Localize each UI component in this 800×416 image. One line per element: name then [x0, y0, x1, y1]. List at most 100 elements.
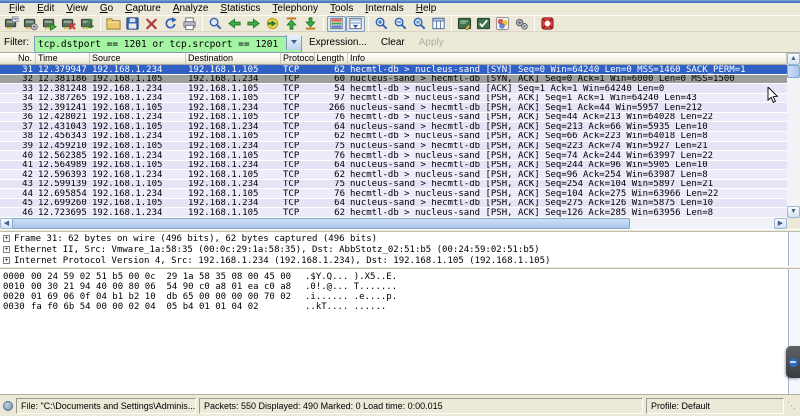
cell-time: 12.428021 [36, 113, 90, 122]
display-filters-button[interactable] [474, 16, 493, 32]
packet-row-41[interactable]: 4112.564989192.168.1.105192.168.1.234TCP… [0, 161, 787, 171]
packet-row-38[interactable]: 3812.456343192.168.1.234192.168.1.105TCP… [0, 132, 787, 142]
coloring-rules-button[interactable] [493, 16, 512, 32]
print-button[interactable] [180, 16, 199, 32]
resize-columns-button[interactable] [429, 16, 448, 32]
preferences-button[interactable] [512, 16, 531, 32]
cell-destination: 192.168.1.234 [186, 142, 281, 151]
help-button[interactable] [538, 16, 557, 32]
packet-row-37[interactable]: 3712.431043192.168.1.105192.168.1.234TCP… [0, 122, 787, 132]
column-header-time[interactable]: Time [36, 53, 90, 65]
packet-row-42[interactable]: 4212.596393192.168.1.234192.168.1.105TCP… [0, 170, 787, 180]
cell-protocol: TCP [281, 151, 315, 160]
start-capture-button[interactable] [40, 16, 59, 32]
scroll-down-arrow-icon[interactable]: ▼ [787, 206, 800, 218]
column-header-info[interactable]: Info [348, 53, 787, 65]
column-header-destination[interactable]: Destination [186, 53, 281, 65]
start-capture-icon [42, 16, 57, 31]
detail-row-2[interactable]: +Internet Protocol Version 4, Src: 192.1… [0, 255, 800, 266]
coloring-rules-icon [495, 16, 510, 31]
find-packet-button[interactable] [206, 16, 225, 32]
column-header-protocol[interactable]: Protocol [281, 53, 315, 65]
save-file-button[interactable] [123, 16, 142, 32]
filter-combobox[interactable] [34, 34, 302, 51]
zoom-out-button[interactable] [391, 16, 410, 32]
menu-edit[interactable]: Edit [31, 3, 60, 15]
auto-scroll-button[interactable] [346, 16, 365, 32]
packet-row-44[interactable]: 4412.695854192.168.1.234192.168.1.105TCP… [0, 189, 787, 199]
close-file-button[interactable] [142, 16, 161, 32]
reload-file-button[interactable] [161, 16, 180, 32]
colorize-packets-button[interactable] [327, 16, 346, 32]
menu-file[interactable]: File [3, 3, 31, 15]
hex-row-0000[interactable]: 000000 24 59 02 51 b5 00 0c 29 1a 58 35 … [3, 272, 800, 282]
menu-help[interactable]: Help [410, 3, 443, 15]
packet-row-34[interactable]: 3412.387265192.168.1.234192.168.1.105TCP… [0, 94, 787, 104]
go-back-button[interactable] [225, 16, 244, 32]
packet-row-32[interactable]: 3212.381186192.168.1.105192.168.1.234TCP… [0, 75, 787, 85]
filter-input[interactable] [34, 36, 302, 53]
clear-button[interactable]: Clear [374, 35, 412, 50]
detail-row-0[interactable]: +Frame 31: 62 bytes on wire (496 bits), … [0, 233, 800, 244]
go-to-bottom-button[interactable] [301, 16, 320, 32]
expand-icon[interactable]: + [3, 235, 10, 242]
zoom-normal-button[interactable] [410, 16, 429, 32]
resize-grip[interactable]: ⋱ [787, 401, 797, 410]
menu-view[interactable]: View [60, 3, 94, 15]
packet-row-43[interactable]: 4312.599139192.168.1.105192.168.1.234TCP… [0, 180, 787, 190]
scroll-right-arrow-icon[interactable]: ▶ [774, 218, 787, 229]
cell-destination: 192.168.1.105 [186, 208, 281, 217]
go-to-packet-button[interactable] [263, 16, 282, 32]
detail-row-1[interactable]: +Ethernet II, Src: Vmware_1a:58:35 (00:0… [0, 244, 800, 255]
menu-analyze[interactable]: Analyze [167, 3, 215, 15]
packet-row-39[interactable]: 3912.459210192.168.1.105192.168.1.234TCP… [0, 142, 787, 152]
vscroll-thumb[interactable] [787, 65, 800, 78]
go-to-top-button[interactable] [282, 16, 301, 32]
list-interfaces-button[interactable] [2, 16, 21, 32]
packet-list-vscrollbar[interactable]: ▲ ▼ [787, 53, 800, 218]
hex-row-0030[interactable]: 0030fa f0 6b 54 00 00 02 04 05 b4 01 01 … [3, 302, 800, 312]
go-forward-button[interactable] [244, 16, 263, 32]
restart-capture-button[interactable] [78, 16, 97, 32]
column-header-source[interactable]: Source [90, 53, 186, 65]
apply-button[interactable]: Apply [412, 35, 451, 50]
packet-row-36[interactable]: 3612.428021192.168.1.234192.168.1.105TCP… [0, 113, 787, 123]
expand-icon[interactable]: + [3, 257, 10, 264]
details-scrollbar-gutter[interactable] [788, 232, 800, 266]
packet-row-46[interactable]: 4612.723695192.168.1.234192.168.1.105TCP… [0, 208, 787, 218]
stop-capture-button[interactable] [59, 16, 78, 32]
menu-statistics[interactable]: Statistics [214, 3, 266, 15]
expert-info-icon[interactable] [3, 401, 13, 411]
list-interfaces-icon [4, 16, 19, 31]
packet-row-31[interactable]: 3112.379947192.168.1.234192.168.1.105TCP… [0, 65, 787, 75]
expand-icon[interactable]: + [3, 246, 10, 253]
expression-button[interactable]: Expression... [302, 35, 374, 50]
menu-internals[interactable]: Internals [359, 3, 409, 15]
cell-no: 36 [0, 113, 36, 122]
cell-protocol: TCP [281, 189, 315, 198]
capture-filters-button[interactable] [455, 16, 474, 32]
filter-dropdown-button[interactable] [286, 35, 301, 50]
menu-capture[interactable]: Capture [119, 3, 167, 15]
hex-row-0020[interactable]: 002001 69 06 0f 04 b1 b2 10 db 65 00 00 … [3, 292, 800, 302]
menu-go[interactable]: Go [94, 3, 119, 15]
packet-row-33[interactable]: 3312.381248192.168.1.234192.168.1.105TCP… [0, 84, 787, 94]
teamviewer-panel-tab[interactable] [786, 346, 800, 378]
packet-bytes-pane[interactable]: 000000 24 59 02 51 b5 00 0c 29 1a 58 35 … [0, 269, 800, 394]
menu-tools[interactable]: Tools [324, 3, 359, 15]
packet-list-hscrollbar[interactable]: ◀ ▶ [0, 218, 787, 229]
packet-row-40[interactable]: 4012.562385192.168.1.234192.168.1.105TCP… [0, 151, 787, 161]
column-header-no[interactable]: No. [0, 53, 36, 65]
hscroll-thumb[interactable] [12, 218, 630, 229]
hex-row-0010[interactable]: 001000 30 21 94 40 00 80 06 54 90 c0 a8 … [3, 282, 800, 292]
cell-source: 192.168.1.105 [90, 161, 186, 170]
zoom-in-button[interactable] [372, 16, 391, 32]
open-file-button[interactable] [104, 16, 123, 32]
column-header-length[interactable]: Length [315, 53, 348, 65]
packet-row-45[interactable]: 4512.699260192.168.1.105192.168.1.234TCP… [0, 199, 787, 209]
cell-no: 40 [0, 151, 36, 160]
capture-options-button[interactable] [21, 16, 40, 32]
packet-row-35[interactable]: 3512.391241192.168.1.105192.168.1.234TCP… [0, 103, 787, 113]
menu-telephony[interactable]: Telephony [266, 3, 324, 15]
scroll-up-arrow-icon[interactable]: ▲ [787, 53, 800, 65]
